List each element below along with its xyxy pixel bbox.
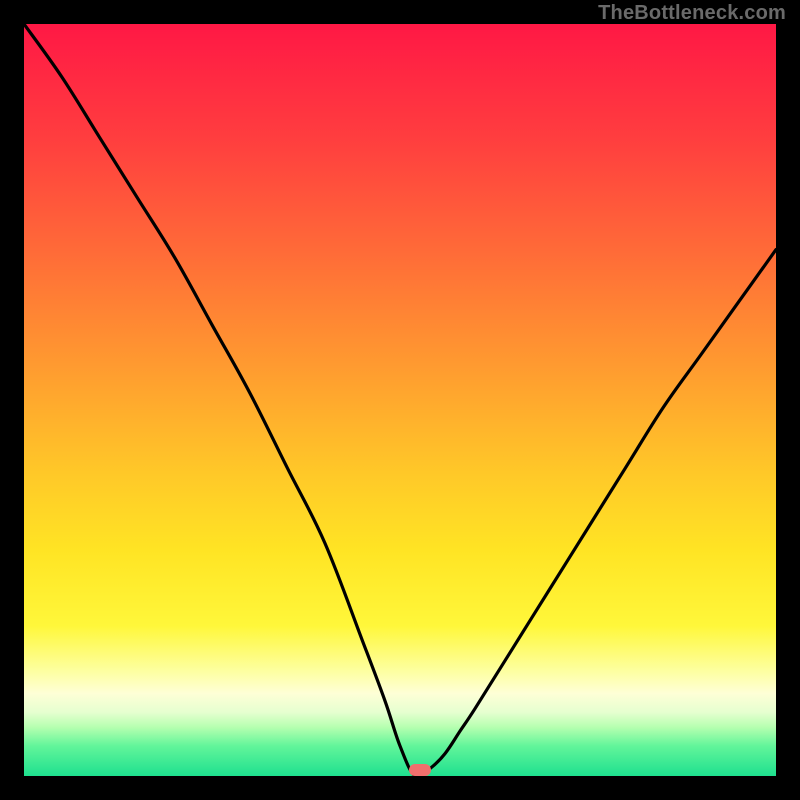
chart-root: TheBottleneck.com — [0, 0, 800, 800]
attribution-label: TheBottleneck.com — [598, 2, 786, 25]
plot-frame — [24, 24, 776, 776]
minimum-marker — [409, 764, 431, 776]
bottleneck-curve — [24, 24, 776, 776]
